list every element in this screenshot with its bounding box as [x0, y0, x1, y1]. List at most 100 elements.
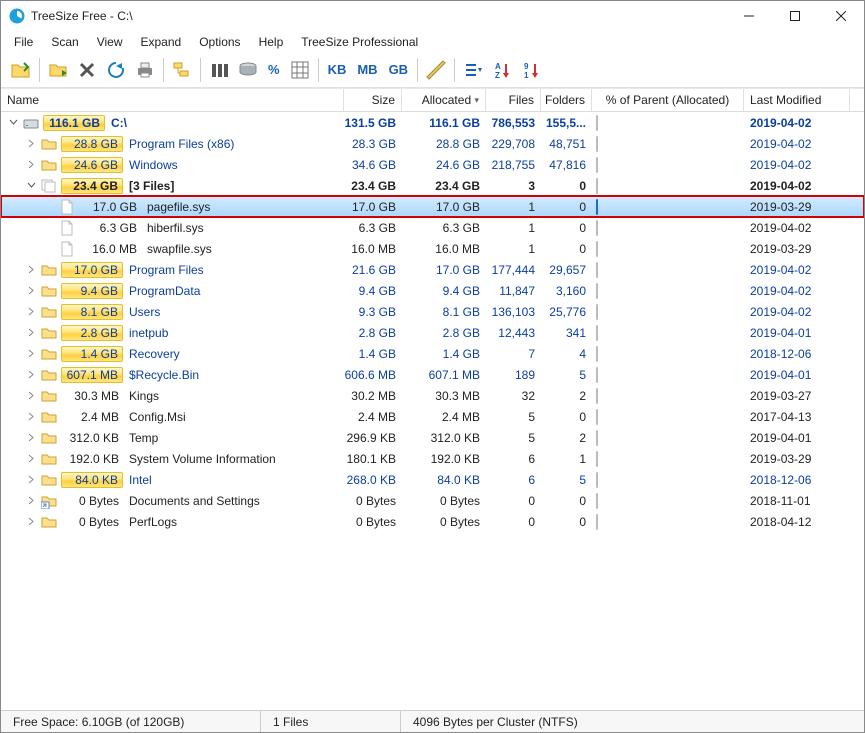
- unit-gb-button[interactable]: GB: [384, 56, 414, 84]
- refresh-button[interactable]: [102, 56, 130, 84]
- name-cell[interactable]: 17.0 GBProgram Files: [1, 259, 344, 280]
- size-cell: 23.4 GB: [344, 175, 402, 196]
- maximize-button[interactable]: [772, 1, 818, 31]
- tree-row[interactable]: 607.1 MB$Recycle.Bin606.6 MB607.1 MB1895…: [1, 364, 864, 385]
- ruler-button[interactable]: [422, 56, 450, 84]
- folders-cell: 155,5...: [541, 112, 592, 133]
- expand-toggle[interactable]: [25, 264, 37, 276]
- name-cell[interactable]: 607.1 MB$Recycle.Bin: [1, 364, 344, 385]
- name-cell[interactable]: 9.4 GBProgramData: [1, 280, 344, 301]
- tree-row[interactable]: 28.8 GBProgram Files (x86)28.3 GB28.8 GB…: [1, 133, 864, 154]
- delete-button[interactable]: [73, 56, 101, 84]
- open-folder-button[interactable]: [7, 56, 35, 84]
- close-button[interactable]: [818, 1, 864, 31]
- expand-toggle[interactable]: [25, 474, 37, 486]
- sort-az-button[interactable]: AZ: [488, 56, 516, 84]
- name-cell[interactable]: 2.8 GBinetpub: [1, 322, 344, 343]
- unit-kb-button[interactable]: KB: [323, 56, 352, 84]
- minimize-button[interactable]: [726, 1, 772, 31]
- tree-row[interactable]: 8.1 GBUsers9.3 GB8.1 GB136,10325,7767.0 …: [1, 301, 864, 322]
- tree-row[interactable]: 17.0 GBProgram Files21.6 GB17.0 GB177,44…: [1, 259, 864, 280]
- folder-play-button[interactable]: [44, 56, 72, 84]
- tree-row[interactable]: 30.3 MBKings30.2 MB30.3 MB3220.0 %2019-0…: [1, 385, 864, 406]
- col-header-files[interactable]: Files: [486, 89, 541, 111]
- name-cell[interactable]: 28.8 GBProgram Files (x86): [1, 133, 344, 154]
- tree-row[interactable]: 6.3 GBhiberfil.sys6.3 GB6.3 GB105.5 %201…: [1, 217, 864, 238]
- name-cell[interactable]: 8.1 GBUsers: [1, 301, 344, 322]
- modified-cell: 2019-04-02: [744, 301, 850, 322]
- drive-button[interactable]: [234, 56, 262, 84]
- tree-row[interactable]: 192.0 KBSystem Volume Information180.1 K…: [1, 448, 864, 469]
- col-header-folders[interactable]: Folders: [541, 89, 592, 111]
- folder-tree-button[interactable]: [168, 56, 196, 84]
- name-cell[interactable]: 6.3 GBhiberfil.sys: [1, 217, 344, 238]
- menu-help[interactable]: Help: [250, 33, 293, 51]
- tree-row[interactable]: 9.4 GBProgramData9.4 GB9.4 GB11,8473,160…: [1, 280, 864, 301]
- name-cell[interactable]: 0 BytesPerfLogs: [1, 511, 344, 532]
- tree-grid[interactable]: 116.1 GBC:\131.5 GB116.1 GB786,553155,5.…: [1, 112, 864, 710]
- expand-toggle[interactable]: [25, 159, 37, 171]
- expand-toggle[interactable]: [25, 516, 37, 528]
- tree-row[interactable]: 24.6 GBWindows34.6 GB24.6 GB218,75547,81…: [1, 154, 864, 175]
- menu-scan[interactable]: Scan: [42, 33, 87, 51]
- expand-toggle[interactable]: [25, 411, 37, 423]
- name-cell[interactable]: 312.0 KBTemp: [1, 427, 344, 448]
- chart-columns-button[interactable]: [205, 56, 233, 84]
- name-cell[interactable]: 30.3 MBKings: [1, 385, 344, 406]
- tree-row[interactable]: 16.0 MBswapfile.sys16.0 MB16.0 MB100.0 %…: [1, 238, 864, 259]
- name-cell[interactable]: 0 BytesDocuments and Settings: [1, 490, 344, 511]
- menu-treesize-pro[interactable]: TreeSize Professional: [292, 33, 427, 51]
- name-cell[interactable]: 2.4 MBConfig.Msi: [1, 406, 344, 427]
- menu-view[interactable]: View: [88, 33, 132, 51]
- expand-toggle[interactable]: [25, 306, 37, 318]
- tree-row[interactable]: 2.4 MBConfig.Msi2.4 MB2.4 MB500.0 %2017-…: [1, 406, 864, 427]
- sort-91-button[interactable]: 91: [517, 56, 545, 84]
- name-cell[interactable]: 16.0 MBswapfile.sys: [1, 238, 344, 259]
- files-cell: 0: [486, 490, 541, 511]
- print-button[interactable]: [131, 56, 159, 84]
- expand-toggle[interactable]: [25, 348, 37, 360]
- col-header-name[interactable]: Name: [1, 89, 344, 111]
- percent-cell: 0.0 %: [592, 448, 744, 469]
- expand-toggle[interactable]: [25, 432, 37, 444]
- expand-toggle[interactable]: [25, 390, 37, 402]
- name-cell[interactable]: 24.6 GBWindows: [1, 154, 344, 175]
- percent-button[interactable]: %: [263, 56, 285, 84]
- list-options-button[interactable]: [459, 56, 487, 84]
- menu-file[interactable]: File: [5, 33, 42, 51]
- allocated-cell: 0 Bytes: [402, 511, 486, 532]
- expand-toggle[interactable]: [7, 117, 19, 129]
- tree-row[interactable]: 116.1 GBC:\131.5 GB116.1 GB786,553155,5.…: [1, 112, 864, 133]
- name-cell[interactable]: 1.4 GBRecovery: [1, 343, 344, 364]
- tree-row[interactable]: 84.0 KBIntel268.0 KB84.0 KB650.0 %2018-1…: [1, 469, 864, 490]
- expand-toggle[interactable]: [25, 495, 37, 507]
- col-header-size[interactable]: Size: [344, 89, 402, 111]
- expand-toggle[interactable]: [25, 180, 37, 192]
- tree-row[interactable]: 2.8 GBinetpub2.8 GB2.8 GB12,4433412.4 %2…: [1, 322, 864, 343]
- expand-toggle[interactable]: [25, 453, 37, 465]
- tree-row[interactable]: 17.0 GBpagefile.sys17.0 GB17.0 GB1014.6 …: [1, 196, 864, 217]
- tree-row[interactable]: 0 BytesPerfLogs0 Bytes0 Bytes000.0 %2018…: [1, 511, 864, 532]
- menu-expand[interactable]: Expand: [132, 33, 191, 51]
- tree-row[interactable]: 312.0 KBTemp296.9 KB312.0 KB520.0 %2019-…: [1, 427, 864, 448]
- tree-row[interactable]: 0 BytesDocuments and Settings0 Bytes0 By…: [1, 490, 864, 511]
- name-cell[interactable]: 17.0 GBpagefile.sys: [1, 196, 344, 217]
- folder-icon: [41, 451, 57, 467]
- unit-mb-button[interactable]: MB: [352, 56, 382, 84]
- menu-options[interactable]: Options: [190, 33, 249, 51]
- col-header-pct[interactable]: % of Parent (Allocated): [592, 89, 744, 111]
- name-cell[interactable]: 116.1 GBC:\: [1, 112, 344, 133]
- tree-row[interactable]: 1.4 GBRecovery1.4 GB1.4 GB741.2 %2018-12…: [1, 343, 864, 364]
- name-cell[interactable]: 192.0 KBSystem Volume Information: [1, 448, 344, 469]
- expand-toggle[interactable]: [25, 327, 37, 339]
- tree-row[interactable]: 23.4 GB[3 Files]23.4 GB23.4 GB3020.1 %20…: [1, 175, 864, 196]
- expand-toggle[interactable]: [25, 285, 37, 297]
- col-header-allocated[interactable]: Allocated ▾: [402, 89, 486, 111]
- col-header-modified[interactable]: Last Modified: [744, 89, 850, 111]
- expand-toggle[interactable]: [25, 138, 37, 150]
- name-cell[interactable]: 23.4 GB[3 Files]: [1, 175, 344, 196]
- files-cell: 5: [486, 406, 541, 427]
- expand-toggle[interactable]: [25, 369, 37, 381]
- grid-icon-button[interactable]: [286, 56, 314, 84]
- name-cell[interactable]: 84.0 KBIntel: [1, 469, 344, 490]
